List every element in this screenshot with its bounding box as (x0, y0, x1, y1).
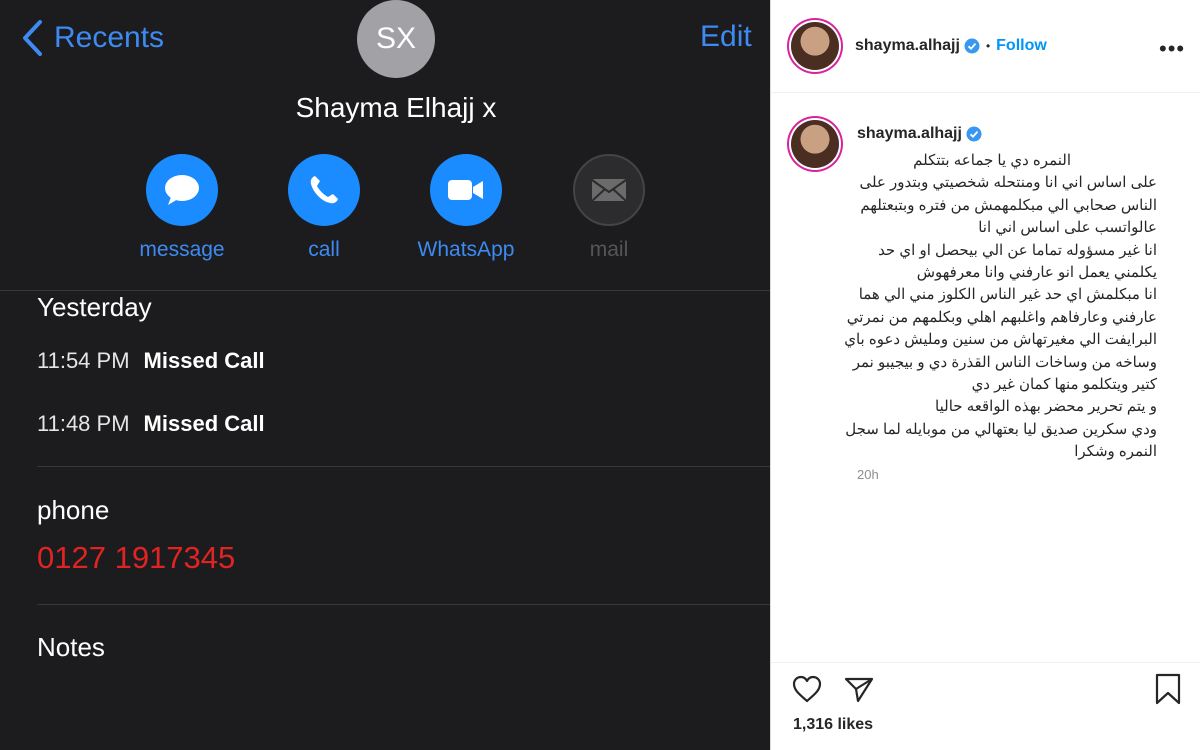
caption-line: عالواتسب على اساس اني انا (978, 219, 1157, 237)
call-status: Missed Call (143, 348, 265, 373)
message-icon (146, 154, 218, 226)
phone-label: phone (37, 495, 110, 525)
caption-username[interactable]: shayma.alhajj (857, 125, 962, 143)
bookmark-icon[interactable] (1153, 672, 1183, 706)
caption-line: على اساس اني انا ومنتحله شخصيتي وبتدور ع… (859, 174, 1157, 192)
divider (37, 466, 770, 467)
call-time: 11:48 PM (37, 411, 130, 436)
call-history-row: 11:48 PM Missed Call (37, 411, 265, 437)
likes-count[interactable]: 1,316 likes (793, 716, 873, 734)
caption-user-line: shayma.alhajj (857, 125, 982, 143)
contact-avatar: SX (357, 0, 435, 78)
share-icon[interactable] (843, 674, 875, 704)
back-label: Recents (54, 21, 165, 54)
verified-badge-icon (966, 126, 982, 142)
back-button[interactable]: Recents (20, 18, 164, 58)
caption-line: كتير ويتكلمو منها كمان غير دي (971, 376, 1157, 394)
envelope-icon (573, 154, 645, 226)
whatsapp-button[interactable]: WhatsApp (396, 154, 536, 262)
message-button[interactable]: message (112, 154, 252, 262)
caption-line: انا مبكلمش اي حد غير الناس الكلوز مني ال… (858, 286, 1157, 304)
heart-icon[interactable] (791, 674, 823, 704)
video-icon (430, 154, 502, 226)
username[interactable]: shayma.alhajj (855, 37, 960, 55)
caption-line: النمره وشكرا (1074, 443, 1157, 461)
caption-line: الناس صحابي الي مبكلمهمش من فتره وبتبعتل… (860, 196, 1157, 214)
caption-line: عارفني وعارفاهم واغلبهم اهلي وبكلمهم من … (846, 308, 1157, 326)
edit-button[interactable]: Edit (700, 20, 752, 54)
header-user-line: shayma.alhajj • Follow (855, 37, 1047, 55)
instagram-post: shayma.alhajj • Follow ••• shayma.alhajj… (770, 0, 1200, 750)
post-header: shayma.alhajj • Follow ••• (771, 0, 1200, 93)
caption-text: النمره دي يا جماعه بتتكلم على اساس اني ا… (844, 148, 1157, 464)
caption-avatar[interactable] (791, 120, 839, 168)
divider (771, 662, 1200, 663)
call-time: 11:54 PM (37, 348, 130, 373)
divider (0, 290, 770, 291)
verified-badge-icon (964, 38, 980, 54)
user-avatar[interactable] (791, 22, 839, 70)
contact-panel: Recents Edit SX Shayma Elhajj x message … (0, 0, 770, 750)
caption-line: انا غير مسؤوله تماما عن الي بيحصل او اي … (878, 241, 1157, 259)
call-history-row: 11:54 PM Missed Call (37, 348, 265, 374)
mail-button[interactable]: mail (539, 154, 679, 262)
caption-line: ودي سكرين صديق ليا بعتهالي من موبايله لم… (845, 420, 1157, 438)
call-label: call (308, 238, 340, 261)
separator-dot: • (985, 39, 991, 53)
whatsapp-label: WhatsApp (417, 238, 515, 261)
caption-line: يكلمني يعمل انو عارفني وانا معرفهوش (916, 264, 1157, 282)
divider (37, 604, 770, 605)
more-options-icon[interactable]: ••• (1159, 36, 1185, 62)
caption-line: البرايفت الي مغيرتهاش من سنين ومليش دعوه… (844, 331, 1157, 349)
history-header: Yesterday (37, 292, 152, 322)
phone-icon (288, 154, 360, 226)
follow-button[interactable]: Follow (996, 37, 1047, 55)
post-time: 20h (857, 467, 879, 482)
avatar-initials: SX (375, 22, 417, 55)
caption-line: و يتم تحرير محضر بهذه الواقعه حاليا (935, 398, 1157, 416)
phone-number[interactable]: 0127 1917345 (37, 540, 235, 576)
mail-label: mail (589, 238, 629, 261)
contact-name: Shayma Elhajj x (295, 92, 497, 123)
call-button[interactable]: call (254, 154, 394, 262)
message-label: message (139, 238, 225, 261)
chevron-left-icon (23, 20, 42, 56)
notes-label[interactable]: Notes (37, 632, 105, 663)
call-status: Missed Call (143, 411, 265, 436)
caption-line: النمره دي يا جماعه بتتكلم (913, 152, 1071, 169)
caption-line: وساخه من وساخات الناس القذرة دي و بيجيبو… (852, 353, 1157, 371)
